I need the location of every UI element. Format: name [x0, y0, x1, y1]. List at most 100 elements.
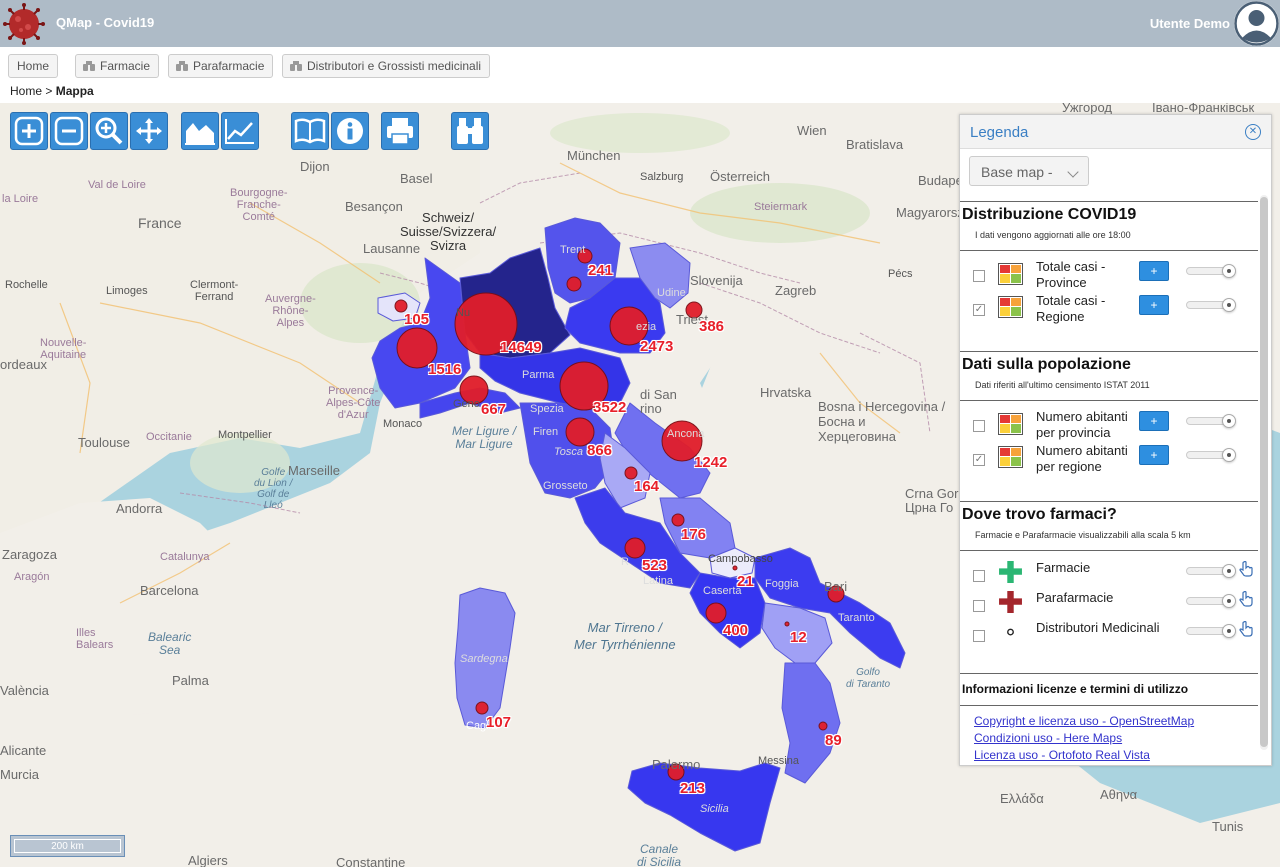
zoom-in-button[interactable] — [10, 112, 48, 150]
count-molise: 21 — [737, 573, 754, 590]
slider-knob[interactable] — [1222, 624, 1236, 638]
legend-scrollbar-thumb[interactable] — [1260, 197, 1268, 747]
opacity-slider-farmacie[interactable] — [1186, 564, 1236, 578]
area-chart-button[interactable] — [181, 112, 219, 150]
area-chart-icon — [185, 123, 215, 145]
place-roma: R — [621, 556, 629, 568]
place-golfotaranto: Golfo di Taranto — [846, 667, 891, 690]
place-constantine: Constantine — [336, 855, 406, 867]
covid-circle-basilicata — [784, 621, 790, 627]
slider-knob[interactable] — [1222, 298, 1236, 312]
place-merligure: Mer Ligure / Mar Ligure — [452, 424, 517, 451]
place-monaco: Monaco — [383, 418, 423, 430]
population-section-subtitle: Dati riferiti all'ultimo censimento ISTA… — [975, 380, 1150, 390]
info-button[interactable] — [331, 112, 369, 150]
breadcrumb-home[interactable]: Home — [10, 84, 42, 98]
place-algiers: Algiers — [188, 853, 228, 867]
book-button[interactable] — [291, 112, 329, 150]
place-zaragoza: Zaragoza — [2, 547, 57, 562]
checkbox-abitanti-regione[interactable]: ✓ — [973, 454, 985, 466]
opacity-slider-totale-province[interactable] — [1186, 264, 1236, 278]
place-basel: Basel — [400, 171, 433, 186]
nav-parafarmacie-button[interactable]: Parafarmacie — [168, 54, 274, 78]
label-distributori: Distributori Medicinali — [1036, 620, 1160, 635]
place-marseille: Marseille — [288, 463, 341, 478]
count-marche: 1242 — [694, 454, 728, 471]
checkbox-distributori[interactable] — [973, 630, 985, 642]
nav-home-label: Home — [17, 59, 50, 73]
hand-pointer-icon[interactable] — [1239, 621, 1253, 637]
link-here-maps[interactable]: Condizioni uso - Here Maps — [974, 731, 1122, 745]
expand-totale-province-button[interactable]: + — [1139, 261, 1169, 281]
place-limoges: Limoges — [106, 285, 148, 297]
pharmacies-section-title: Dove trovo farmaci? — [962, 506, 1117, 523]
link-osm-license[interactable]: Copyright e licenza uso - OpenStreetMap — [974, 714, 1194, 728]
opacity-slider-parafarmacie[interactable] — [1186, 594, 1236, 608]
count-friuli: 386 — [699, 318, 725, 335]
checkbox-parafarmacie[interactable] — [973, 600, 985, 612]
print-button[interactable] — [381, 112, 419, 150]
slider-knob[interactable] — [1222, 564, 1236, 578]
binoculars-button[interactable] — [451, 112, 489, 150]
breadcrumb-separator: > — [45, 84, 53, 98]
place-montpellier: Montpellier — [218, 429, 272, 441]
place-besancon: Besançon — [345, 199, 403, 214]
place-pecs: Pécs — [888, 268, 913, 280]
place-grosseto: Grosseto — [543, 480, 588, 492]
checkbox-totale-province[interactable] — [973, 270, 985, 282]
place-balearic: Balearic Sea — [148, 630, 192, 657]
covid-circle-molise — [732, 565, 738, 571]
place-canale: Canale di Sicilia — [637, 842, 682, 867]
label-totale-province: Totale casi - Province — [1036, 259, 1106, 290]
pharmacies-section-subtitle: Farmacie e Parafarmacie visualizzabili a… — [975, 530, 1191, 540]
zoom-out-button[interactable] — [50, 112, 88, 150]
close-icon[interactable]: ✕ — [1245, 124, 1261, 140]
count-piemonte: 1516 — [428, 361, 462, 378]
link-real-vista[interactable]: Licenza uso - Ortofoto Real Vista — [974, 748, 1150, 762]
count-liguria: 667 — [481, 401, 507, 418]
hand-pointer-icon[interactable] — [1239, 561, 1253, 577]
choropleth-icon — [998, 413, 1023, 435]
nav-farmacie-button[interactable]: Farmacie — [75, 54, 160, 78]
slider-knob[interactable] — [1222, 414, 1236, 428]
checkbox-totale-regione[interactable]: ✓ — [973, 304, 985, 316]
hand-pointer-icon[interactable] — [1239, 591, 1253, 607]
nav-farmacie-label: Farmacie — [100, 59, 151, 73]
binoculars-icon — [290, 61, 302, 71]
place-toscana: Tosca — [554, 446, 583, 458]
choropleth-icon — [998, 446, 1023, 468]
scale-bar: 200 km — [10, 835, 125, 857]
place-catalunya: Catalunya — [160, 551, 210, 563]
opacity-slider-abitanti-regione[interactable] — [1186, 448, 1236, 462]
checkbox-farmacie[interactable] — [973, 570, 985, 582]
opacity-slider-distributori[interactable] — [1186, 624, 1236, 638]
divider — [960, 550, 1258, 551]
slider-knob[interactable] — [1222, 448, 1236, 462]
chevron-down-icon — [1067, 166, 1079, 178]
zoom-area-icon — [95, 117, 123, 145]
slider-knob[interactable] — [1222, 264, 1236, 278]
checkbox-abitanti-provincia[interactable] — [973, 420, 985, 432]
base-map-select[interactable]: Base map - — [969, 156, 1089, 186]
count-lazio: 523 — [642, 557, 668, 574]
place-rochelle: Rochelle — [5, 279, 48, 291]
app-header: QMap - Covid19 Utente Demo — [0, 0, 1280, 47]
opacity-slider-abitanti-provincia[interactable] — [1186, 414, 1236, 428]
place-bratislava: Bratislava — [846, 137, 904, 152]
pan-button[interactable] — [130, 112, 168, 150]
expand-abitanti-regione-button[interactable]: + — [1139, 445, 1169, 465]
line-chart-button[interactable] — [221, 112, 259, 150]
nav-home-button[interactable]: Home — [8, 54, 59, 78]
slider-knob[interactable] — [1222, 594, 1236, 608]
opacity-slider-totale-regione[interactable] — [1186, 298, 1236, 312]
pan-icon — [136, 118, 162, 144]
expand-totale-regione-button[interactable]: + — [1139, 295, 1169, 315]
covid-circle-campania — [705, 602, 727, 624]
place-clermont: Clermont- Ferrand — [190, 279, 239, 303]
expand-abitanti-provincia-button[interactable]: + — [1139, 411, 1169, 431]
zoom-area-button[interactable] — [90, 112, 128, 150]
place-schweiz: Schweiz/ Suisse/Svizzera/ Svizra — [400, 210, 497, 253]
nav-distributori-button[interactable]: Distributori e Grossisti medicinali — [282, 54, 491, 78]
user-name[interactable]: Utente Demo — [1150, 16, 1230, 31]
user-avatar-icon[interactable] — [1234, 1, 1279, 46]
